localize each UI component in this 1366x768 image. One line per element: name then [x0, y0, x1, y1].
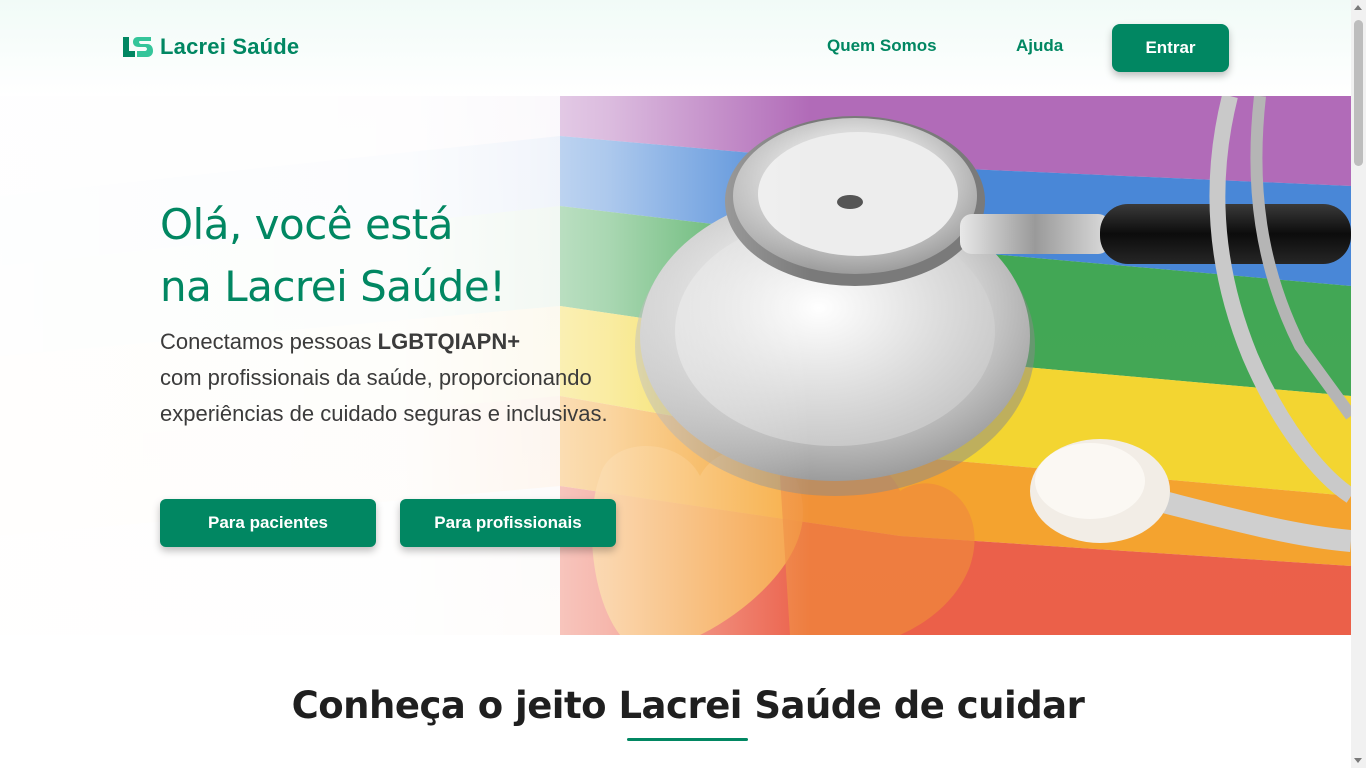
hero-description: Conectamos pessoas LGBTQIAPN+ com profiss…: [160, 324, 630, 432]
logo-text: Lacrei Saúde: [160, 34, 300, 59]
hero-title-line-2: na Lacrei Saúde!: [160, 262, 506, 311]
hero-description-highlight: LGBTQIAPN+: [377, 329, 521, 354]
page-scrollbar[interactable]: [1351, 0, 1366, 768]
nav-quem-somos[interactable]: Quem Somos: [827, 36, 937, 56]
professionals-button[interactable]: Para profissionais: [400, 499, 616, 547]
site-header: Lacrei Saúde Quem Somos Ajuda Entrar: [0, 0, 1351, 96]
hero-description-start: Conectamos pessoas: [160, 329, 378, 354]
hero-banner: Olá, você está na Lacrei Saúde! Conectam…: [0, 96, 1351, 635]
scroll-up-arrow-icon[interactable]: [1354, 5, 1362, 10]
scroll-down-arrow-icon[interactable]: [1354, 758, 1362, 763]
login-button[interactable]: Entrar: [1112, 24, 1229, 72]
nav-ajuda[interactable]: Ajuda: [1016, 36, 1063, 56]
logo[interactable]: Lacrei Saúde: [121, 34, 299, 60]
scrollbar-thumb[interactable]: [1354, 20, 1363, 166]
hero-title: Olá, você está na Lacrei Saúde!: [160, 194, 660, 318]
section-title: Conheça o jeito Lacrei Saúde de cuidar: [291, 684, 1085, 727]
section-title-underline: [627, 738, 748, 741]
ls-monogram-icon: [123, 37, 153, 57]
patients-button[interactable]: Para pacientes: [160, 499, 376, 547]
hero-description-rest: com profissionais da saúde, proporcionan…: [160, 365, 608, 426]
hero-title-line-1: Olá, você está: [160, 200, 453, 249]
